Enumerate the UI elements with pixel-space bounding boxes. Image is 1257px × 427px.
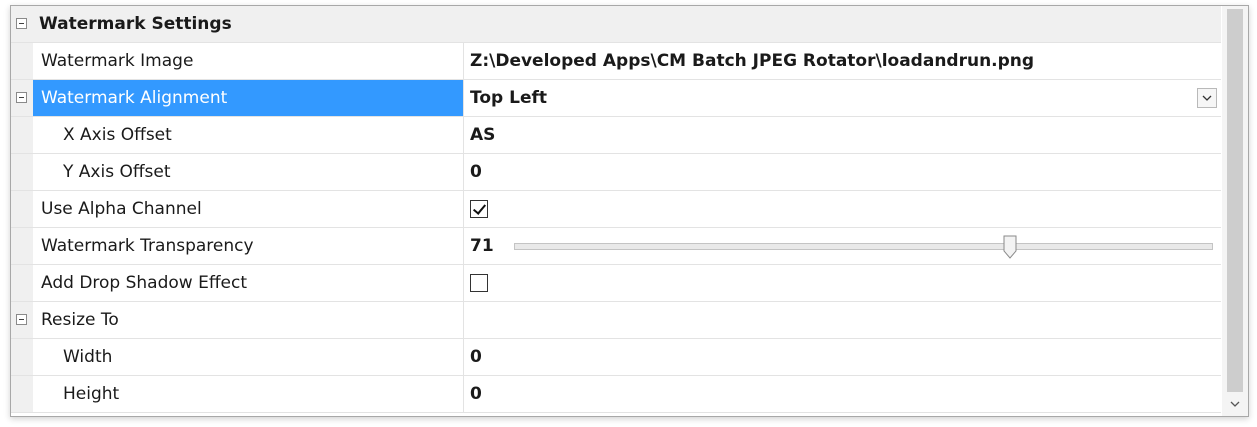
width-value[interactable]: 0	[464, 339, 1221, 375]
chevron-down-icon[interactable]	[1197, 88, 1217, 108]
property-label: Watermark Transparency	[41, 236, 254, 256]
drop-shadow-checkbox[interactable]	[470, 274, 488, 292]
property-add-drop-shadow[interactable]: Add Drop Shadow Effect	[11, 265, 1221, 302]
property-label: Watermark Image	[41, 51, 194, 71]
property-height[interactable]: Height 0	[11, 376, 1221, 413]
property-x-axis-offset[interactable]: X Axis Offset AS	[11, 117, 1221, 154]
property-label: X Axis Offset	[63, 125, 172, 145]
vertical-scrollbar[interactable]	[1222, 6, 1248, 416]
property-resize-to[interactable]: Resize To	[11, 302, 1221, 339]
collapse-minus-icon[interactable]	[16, 314, 27, 325]
watermark-image-value[interactable]: Z:\Developed Apps\CM Batch JPEG Rotator\…	[464, 43, 1221, 79]
y-axis-offset-value[interactable]: 0	[464, 154, 1221, 190]
chevron-down-icon[interactable]	[1227, 396, 1243, 412]
height-value[interactable]: 0	[464, 376, 1221, 412]
property-watermark-transparency[interactable]: Watermark Transparency 71	[11, 228, 1221, 265]
collapse-minus-icon[interactable]	[16, 92, 27, 103]
property-use-alpha-channel[interactable]: Use Alpha Channel	[11, 191, 1221, 228]
property-label: Height	[63, 384, 120, 404]
property-grid-frame: Watermark Settings Watermark Image Z:\De…	[10, 5, 1249, 417]
property-grid: Watermark Settings Watermark Image Z:\De…	[11, 6, 1221, 413]
property-label: Use Alpha Channel	[41, 199, 202, 219]
property-y-axis-offset[interactable]: Y Axis Offset 0	[11, 154, 1221, 191]
property-label: Width	[63, 347, 113, 367]
property-label: Watermark Alignment	[41, 88, 228, 108]
property-watermark-image[interactable]: Watermark Image Z:\Developed Apps\CM Bat…	[11, 43, 1221, 80]
x-axis-offset-value[interactable]: AS	[464, 117, 1221, 153]
transparency-slider[interactable]	[514, 235, 1213, 259]
property-label: Y Axis Offset	[63, 162, 171, 182]
watermark-alignment-dropdown[interactable]: Top Left	[464, 80, 1221, 116]
resize-to-value[interactable]	[464, 302, 1221, 338]
property-watermark-alignment[interactable]: Watermark Alignment Top Left	[11, 80, 1221, 117]
slider-thumb[interactable]	[1003, 235, 1017, 259]
property-width[interactable]: Width 0	[11, 339, 1221, 376]
property-label: Add Drop Shadow Effect	[41, 273, 248, 293]
category-watermark-settings[interactable]: Watermark Settings	[11, 6, 1221, 43]
transparency-value[interactable]: 71	[470, 236, 494, 256]
category-title: Watermark Settings	[39, 14, 232, 34]
collapse-minus-icon[interactable]	[16, 18, 27, 29]
scrollbar-thumb[interactable]	[1227, 9, 1243, 392]
property-label: Resize To	[41, 310, 119, 330]
use-alpha-channel-checkbox[interactable]	[470, 200, 488, 218]
